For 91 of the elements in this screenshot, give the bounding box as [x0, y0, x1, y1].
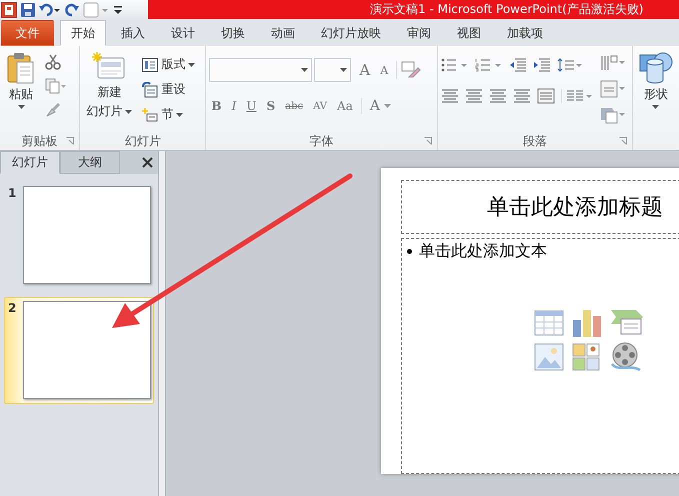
panel-tab[interactable]: 幻灯片 — [0, 151, 60, 174]
layout-icon — [142, 58, 158, 72]
dropdown-arrow-icon — [301, 68, 308, 72]
decrease-indent-icon[interactable] — [508, 58, 527, 72]
ribbon-tab[interactable]: 插入 — [110, 20, 156, 46]
group-label: 字体 — [309, 132, 334, 150]
dropdown-arrow-icon — [176, 112, 184, 116]
reset-button[interactable]: 重设 — [141, 79, 186, 100]
save-icon[interactable] — [20, 2, 36, 18]
thumbnail-row[interactable]: 1 — [4, 182, 154, 289]
align-icon[interactable] — [440, 89, 459, 103]
slide-thumbnail[interactable] — [22, 186, 151, 284]
image-icon[interactable] — [534, 343, 564, 371]
format-button[interactable]: S — [264, 99, 278, 113]
increase-indent-icon[interactable] — [532, 58, 551, 72]
powerpoint-logo-icon[interactable] — [1, 2, 17, 18]
line-spacing-icon[interactable] — [556, 58, 583, 72]
slide-number: 1 — [8, 186, 18, 202]
dropdown-arrow-icon — [340, 68, 348, 72]
close-icon[interactable] — [142, 157, 153, 168]
body-placeholder-text: 单击此处添加文本 — [419, 241, 547, 262]
new-slide-button[interactable]: 新建 幻灯片 — [83, 50, 136, 132]
panel-tab[interactable]: 大纲 — [60, 151, 120, 174]
shapes-button[interactable]: 形状 — [636, 50, 676, 111]
title-placeholder[interactable]: 单击此处添加标题 — [401, 180, 679, 234]
ribbon-tab[interactable]: 幻灯片放映 — [310, 20, 392, 46]
dropdown-arrow-icon — [652, 105, 660, 109]
shapes-icon — [638, 52, 673, 84]
ribbon-tab[interactable]: 审阅 — [396, 20, 442, 46]
table-icon[interactable] — [534, 310, 564, 336]
bullets-icon[interactable] — [440, 58, 469, 72]
smartart-graphic-icon[interactable] — [610, 309, 644, 337]
slide-number: 2 — [8, 301, 18, 317]
ribbon-tab[interactable]: 切换 — [210, 20, 256, 46]
clipboard-icon — [6, 52, 36, 84]
columns-icon[interactable] — [560, 89, 594, 103]
shrink-font-button[interactable]: A — [378, 64, 390, 76]
dialog-launcher-icon[interactable] — [618, 137, 627, 145]
group-label: 幻灯片 — [124, 132, 161, 150]
window-title: 演示文稿1 - Microsoft PowerPoint(产品激活失败) — [370, 1, 644, 18]
ribbon-tab[interactable]: 设计 — [160, 20, 206, 46]
slide-thumbnail[interactable] — [22, 301, 151, 399]
text-direction-icon[interactable] — [600, 54, 626, 72]
brush-icon[interactable] — [45, 102, 61, 118]
group-label: 剪贴板 — [22, 132, 58, 150]
dropdown-arrow-icon — [188, 62, 196, 66]
ribbon-tab[interactable]: 视图 — [446, 20, 492, 46]
smartart-icon[interactable] — [600, 106, 626, 124]
align-icon[interactable] — [464, 89, 483, 103]
dropdown-arrow-icon — [125, 110, 132, 114]
reset-icon — [142, 82, 158, 98]
title-placeholder-text: 单击此处添加标题 — [487, 194, 663, 222]
dialog-launcher-icon[interactable] — [66, 137, 74, 145]
font-color-button[interactable]: A — [360, 98, 393, 114]
font-size-field[interactable] — [314, 58, 352, 82]
dialog-launcher-icon[interactable] — [424, 137, 432, 145]
clip-art-icon[interactable] — [572, 343, 600, 371]
dropdown-arrow-icon — [384, 104, 391, 108]
group-label: 段落 — [522, 132, 547, 150]
bar-chart-icon[interactable] — [572, 308, 602, 338]
ribbon-tab[interactable]: 开始 — [60, 20, 106, 46]
redo-icon[interactable] — [64, 2, 80, 18]
layout-button[interactable]: 版式 — [141, 54, 196, 75]
file-tab[interactable]: 文件 — [1, 20, 54, 46]
ribbon-tab[interactable]: 动画 — [260, 20, 306, 46]
format-button[interactable]: abc — [283, 100, 306, 112]
dropdown-arrow-icon — [18, 105, 24, 109]
align-icon[interactable] — [488, 89, 507, 103]
align-text-icon[interactable] — [600, 80, 626, 98]
format-button[interactable]: U — [244, 99, 258, 113]
undo-icon[interactable] — [39, 2, 61, 18]
grow-font-button[interactable]: A — [357, 61, 372, 79]
copy-icon[interactable] — [45, 78, 67, 94]
format-button[interactable]: B — [209, 99, 224, 113]
format-button[interactable]: I — [230, 99, 238, 113]
film-reel-icon[interactable] — [610, 342, 642, 372]
paste-button[interactable]: 粘贴 — [3, 50, 39, 132]
format-button[interactable]: Aa — [335, 99, 355, 113]
format-button[interactable]: AV — [311, 100, 330, 112]
ribbon-tab[interactable]: 加载项 — [496, 20, 554, 46]
scissors-icon[interactable] — [45, 54, 61, 70]
section-button[interactable]: 节 — [141, 104, 184, 125]
checkbox-icon[interactable] — [83, 2, 109, 18]
font-name-field[interactable] — [209, 58, 312, 82]
clear-formatting-icon[interactable] — [396, 61, 422, 79]
numbering-icon[interactable] — [474, 58, 503, 72]
section-icon — [142, 108, 158, 122]
content-placeholder[interactable]: 单击此处添加文本 — [401, 238, 679, 474]
distribute-icon[interactable] — [536, 88, 555, 104]
selected-thumbnail[interactable]: 2 — [4, 297, 154, 404]
align-icon[interactable] — [512, 89, 531, 103]
